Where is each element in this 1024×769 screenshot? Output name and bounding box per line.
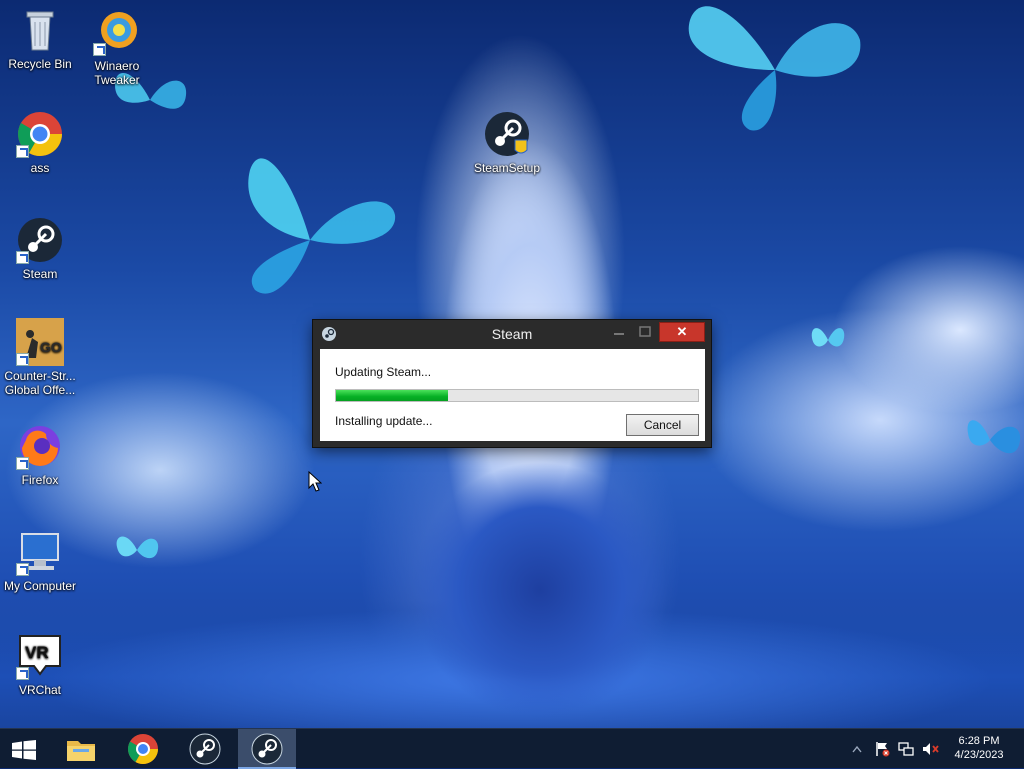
chrome-icon	[16, 110, 64, 158]
shortcut-arrow-icon	[93, 43, 106, 56]
clock-time: 6:28 PM	[958, 735, 1000, 747]
butterfly-icon	[688, 6, 861, 131]
svg-text:GO: GO	[40, 339, 62, 355]
winaero-tweaker-icon	[93, 8, 141, 56]
desktop-icon-label: ass	[30, 161, 50, 175]
close-icon: ✕	[676, 324, 688, 339]
steam-update-dialog: Steam ✕ Updating Steam... Installing upd…	[313, 320, 711, 447]
dialog-titlebar[interactable]: Steam ✕	[313, 320, 711, 348]
dialog-body: Updating Steam... Installing update... C…	[320, 349, 705, 441]
desktop-icon-label: VRChat	[18, 683, 62, 697]
computer-icon	[16, 528, 64, 576]
shortcut-arrow-icon	[16, 563, 29, 576]
vrchat-icon: VR	[16, 632, 64, 680]
shortcut-arrow-icon	[16, 457, 29, 470]
wallpaper-character-dress	[390, 440, 690, 730]
shortcut-arrow-icon	[16, 353, 29, 366]
desktop-icon-label: My Computer	[3, 579, 77, 593]
desktop-icon-firefox[interactable]: Firefox	[0, 422, 80, 487]
action-center-flag-icon[interactable]	[874, 741, 890, 757]
maximize-button[interactable]	[635, 322, 655, 342]
minimize-button[interactable]	[609, 322, 629, 342]
shortcut-arrow-icon	[16, 667, 29, 680]
volume-muted-icon[interactable]	[922, 741, 940, 757]
steam-icon	[251, 733, 283, 765]
desktop-icon-steam[interactable]: Steam	[0, 216, 80, 281]
desktop-icon-label: Recycle Bin	[8, 57, 72, 71]
desktop-icon-recycle-bin[interactable]: Recycle Bin	[0, 6, 80, 71]
steam-setup-icon	[483, 110, 531, 158]
butterfly-icon	[116, 536, 159, 559]
desktop-icon-csgo[interactable]: GO Counter-Str... Global Offe...	[0, 318, 80, 397]
desktop-icon-winaero-tweaker[interactable]: Winaero Tweaker	[77, 8, 157, 87]
taskbar-chrome[interactable]	[114, 729, 172, 769]
shortcut-arrow-icon	[16, 145, 29, 158]
svg-text:VR: VR	[25, 643, 49, 662]
shortcut-arrow-icon	[16, 251, 29, 264]
steam-icon	[16, 216, 64, 264]
steam-icon	[189, 733, 221, 765]
taskbar-file-explorer[interactable]	[52, 729, 110, 769]
chrome-icon	[127, 734, 158, 765]
start-button[interactable]	[0, 729, 48, 769]
mouse-cursor-icon	[308, 471, 322, 492]
desktop-icon-label: Counter-Str... Global Offe...	[4, 369, 76, 397]
progress-fill	[336, 390, 449, 401]
butterfly-icon	[967, 420, 1021, 454]
firefox-icon	[16, 422, 64, 470]
taskbar-steam-active[interactable]	[238, 729, 296, 769]
desktop-icon-label: Steam	[22, 267, 58, 281]
taskbar: 6:28 PM 4/23/2023	[0, 728, 1024, 769]
taskbar-clock[interactable]: 6:28 PM 4/23/2023	[944, 734, 1014, 762]
csgo-icon: GO	[16, 318, 64, 366]
desktop-icon-my-computer[interactable]: My Computer	[0, 528, 80, 593]
desktop-icon-label: Firefox	[21, 473, 59, 487]
desktop-icon-vrchat[interactable]: VR VRChat	[0, 632, 80, 697]
network-icon[interactable]	[898, 741, 914, 757]
recycle-bin-icon	[16, 6, 64, 54]
cancel-button[interactable]: Cancel	[626, 414, 699, 436]
update-progress-bar	[335, 389, 699, 402]
desktop-icon-label: SteamSetup	[473, 161, 541, 175]
taskbar-steam[interactable]	[176, 729, 234, 769]
desktop-icon-label: Winaero Tweaker	[94, 59, 140, 87]
windows-start-icon	[12, 740, 36, 760]
update-substatus-text: Installing update...	[335, 414, 433, 428]
butterfly-icon	[248, 158, 396, 294]
file-explorer-icon	[67, 741, 95, 761]
update-status-text: Updating Steam...	[335, 365, 432, 379]
close-button[interactable]: ✕	[659, 322, 705, 342]
butterfly-icon	[811, 328, 845, 347]
show-hidden-icons-chevron-icon[interactable]	[852, 745, 862, 753]
clock-date: 4/23/2023	[954, 749, 1004, 761]
desktop-icon-ass[interactable]: ass	[0, 110, 80, 175]
desktop-icon-steam-setup[interactable]: SteamSetup	[467, 110, 547, 175]
